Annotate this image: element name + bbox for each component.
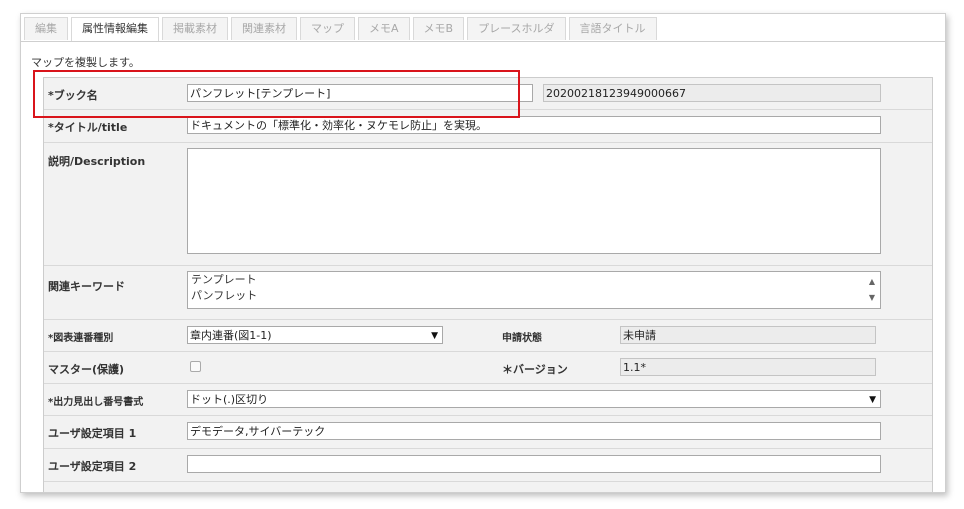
user-field-1-label: ユーザ設定項目 1 xyxy=(48,427,137,440)
user-field-1-row: ユーザ設定項目 1 デモデータ,サイバーテック xyxy=(44,416,932,449)
master-label: マスター(保護) xyxy=(48,363,125,376)
user-field-2-input[interactable] xyxy=(187,455,881,473)
title-input[interactable]: ドキュメントの「標準化・効率化・ヌケモレ防止」を実現。 xyxy=(187,116,881,134)
user-field-2-label: ユーザ設定項目 2 xyxy=(48,460,137,473)
figure-numbering-select[interactable]: 章内連番(図1-1) ▼ xyxy=(187,326,443,344)
tab-language-title[interactable]: 言語タイトル xyxy=(568,17,657,40)
tab-bar: 編集 属性情報編集 掲載素材 関連素材 マップ メモA メモB プレースホルダ … xyxy=(24,17,660,42)
version-label: ＊バージョン xyxy=(502,363,568,376)
keyword-item: パンフレット xyxy=(191,289,258,302)
application-status-field: 未申請 xyxy=(620,326,876,344)
tab-edit[interactable]: 編集 xyxy=(24,17,68,40)
book-name-label: *ブック名 xyxy=(48,89,98,102)
tab-memo-a[interactable]: メモA xyxy=(358,17,410,40)
master-row: マスター(保護) ＊バージョン 1.1* xyxy=(44,352,932,384)
notice-text: マップを複製します。 xyxy=(31,56,140,69)
heading-format-select[interactable]: ドット(.)区切り ▼ xyxy=(187,390,881,408)
application-status-label: 申請状態 xyxy=(502,333,542,344)
description-row: 説明/Description xyxy=(44,143,932,266)
tab-attribute-edit[interactable]: 属性情報編集 xyxy=(71,17,159,42)
tab-related-materials[interactable]: 関連素材 xyxy=(231,17,297,40)
tab-divider xyxy=(21,41,945,42)
title-label: *タイトル/title xyxy=(48,121,128,134)
description-textarea[interactable] xyxy=(187,148,881,254)
figure-numbering-value: 章内連番(図1-1) xyxy=(190,329,272,342)
tab-published-materials[interactable]: 掲載素材 xyxy=(162,17,228,40)
scroll-down-icon[interactable]: ▼ xyxy=(866,292,878,304)
heading-format-label: *出力見出し番号書式 xyxy=(48,397,144,408)
keywords-label: 関連キーワード xyxy=(48,280,125,293)
figure-numbering-label: *図表連番種別 xyxy=(48,333,114,344)
keywords-row: 関連キーワード テンプレート パンフレット ▲ ▼ xyxy=(44,266,932,320)
keywords-list[interactable]: テンプレート パンフレット ▲ ▼ xyxy=(187,271,881,309)
dropdown-arrow-icon: ▼ xyxy=(869,395,876,405)
user-field-2-row: ユーザ設定項目 2 xyxy=(44,449,932,482)
tab-placeholder[interactable]: プレースホルダ xyxy=(467,17,566,40)
tab-memo-b[interactable]: メモB xyxy=(412,17,465,40)
master-checkbox[interactable] xyxy=(190,361,201,372)
attribute-form: *ブック名 パンフレット[テンプレート] 2020021812394900066… xyxy=(43,77,933,492)
dropdown-arrow-icon: ▼ xyxy=(431,331,438,341)
book-name-row: *ブック名 パンフレット[テンプレート] 2020021812394900066… xyxy=(44,78,932,110)
heading-format-row: *出力見出し番号書式 ドット(.)区切り ▼ xyxy=(44,384,932,416)
heading-format-value: ドット(.)区切り xyxy=(190,393,269,406)
keyword-item: テンプレート xyxy=(191,273,257,286)
book-name-input[interactable]: パンフレット[テンプレート] xyxy=(187,84,533,102)
version-field: 1.1* xyxy=(620,358,876,376)
figure-numbering-row: *図表連番種別 章内連番(図1-1) ▼ 申請状態 未申請 xyxy=(44,320,932,352)
next-row-partial xyxy=(44,482,932,492)
book-id-field: 20200218123949000667 xyxy=(543,84,881,102)
attribute-edit-window: 編集 属性情報編集 掲載素材 関連素材 マップ メモA メモB プレースホルダ … xyxy=(20,13,946,493)
title-row: *タイトル/title ドキュメントの「標準化・効率化・ヌケモレ防止」を実現。 xyxy=(44,110,932,143)
description-label: 説明/Description xyxy=(48,155,146,168)
tab-map[interactable]: マップ xyxy=(300,17,355,40)
scroll-up-icon[interactable]: ▲ xyxy=(866,276,878,288)
user-field-1-input[interactable]: デモデータ,サイバーテック xyxy=(187,422,881,440)
